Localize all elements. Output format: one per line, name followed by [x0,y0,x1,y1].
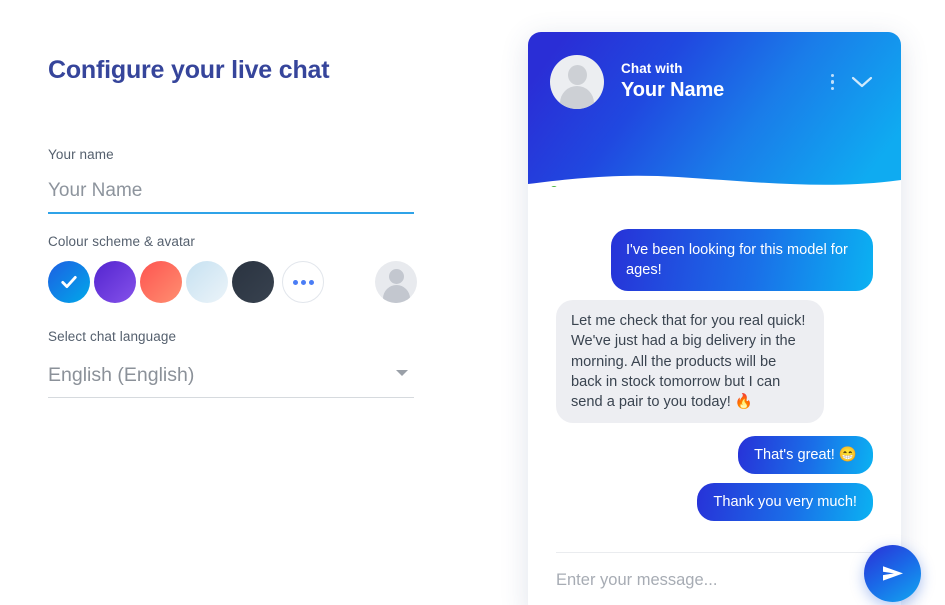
send-button[interactable] [864,545,921,602]
header-operator-name: Your Name [621,78,725,101]
colour-scheme-label: Colour scheme & avatar [48,234,196,249]
chat-widget-header: Chat with Your Name We reply immediately [528,32,901,187]
page-title: Configure your live chat [48,56,330,84]
chat-widget-footer: POWERED BY TIDIO [528,552,901,605]
name-input[interactable] [48,176,414,214]
message-bubble-visitor: I've been looking for this model for age… [611,229,873,292]
colour-swatch-row [48,261,418,303]
chat-message: That's great! 😁 [556,435,873,474]
avatar-preview[interactable] [375,261,417,303]
message-bubble-operator: Let me check that for you real quick! We… [556,300,824,423]
more-dots-icon [292,279,314,285]
header-actions [830,73,874,91]
colour-swatch-dark-navy[interactable] [232,261,274,303]
kebab-menu-icon[interactable] [830,73,834,91]
message-bubble-visitor: That's great! 😁 [738,435,873,474]
config-panel: Configure your live chat Your name Colou… [0,0,500,605]
chat-widget-preview: Chat with Your Name We reply immediately [528,32,901,605]
chevron-down-icon[interactable] [851,75,873,89]
check-icon [61,276,77,288]
language-select[interactable]: English (English) [48,358,414,398]
send-paper-plane-icon [882,566,903,581]
chat-message: Thank you very much! [556,483,873,522]
chat-message: I've been looking for this model for age… [556,229,873,292]
status-row: We reply immediately [550,182,720,187]
chat-message-list: I've been looking for this model for age… [528,219,901,549]
status-text: We reply immediately [570,182,720,187]
header-title-block: Chat with Your Name [621,61,831,103]
default-avatar-icon [388,269,404,284]
chat-message: Let me check that for you real quick! We… [556,300,873,423]
configure-live-chat-page: Configure your live chat Your name Colou… [0,0,945,605]
language-field-label: Select chat language [48,329,177,344]
colour-swatch-purple[interactable] [94,261,136,303]
language-field-group: Select chat language English (English) [48,329,414,398]
message-bubble-visitor: Thank you very much! [697,483,873,522]
default-avatar-icon [567,65,587,85]
colour-swatch-blue[interactable] [48,261,90,303]
language-select-wrap: English (English) [48,358,414,398]
footer-divider [556,552,873,553]
header-content: Chat with Your Name [528,32,901,109]
message-input[interactable] [556,571,846,590]
colour-swatch-coral[interactable] [140,261,182,303]
colour-scheme-group: Colour scheme & avatar [48,234,417,303]
colour-swatch-light-blue[interactable] [186,261,228,303]
name-field-label: Your name [48,147,114,162]
operator-avatar [550,55,604,109]
header-subtitle: Chat with [621,61,683,77]
status-dot-icon [550,186,558,187]
name-field-group: Your name [48,147,414,214]
colour-swatch-more-button[interactable] [282,261,324,303]
